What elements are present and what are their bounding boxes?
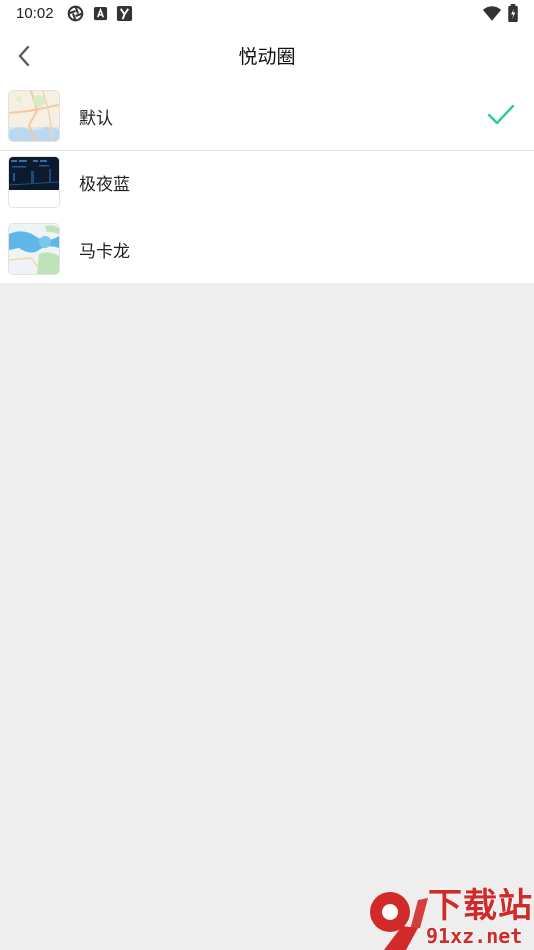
map-style-list: 默认 极夜蓝 马卡龙 (0, 84, 534, 283)
watermark: 9 下载站 91xz.net (362, 884, 534, 950)
wifi-icon (482, 6, 502, 21)
app-y-icon (116, 5, 133, 22)
list-item-dark-blue-style[interactable]: 极夜蓝 (0, 150, 534, 216)
macaron-style-label: 马卡龙 (79, 242, 130, 262)
map-macaron-thumbnail (9, 224, 59, 274)
watermark-title: 下载站 (428, 886, 533, 926)
map-default-thumbnail (9, 91, 59, 141)
list-item-macaron-style[interactable]: 马卡龙 (0, 217, 534, 283)
app-bar: 悦动圈 (0, 28, 534, 84)
status-time: 10:02 (16, 5, 54, 22)
default-style-label: 默认 (79, 109, 113, 129)
list-item-default-style[interactable]: 默认 (0, 84, 534, 151)
check-icon (487, 104, 515, 125)
map-dark-blue-thumbnail (9, 157, 59, 207)
dark-blue-style-label: 极夜蓝 (79, 175, 130, 195)
watermark-nine-glyph: 9 (370, 892, 428, 950)
status-bar: 10:02 (0, 0, 534, 28)
battery-charging-icon (508, 4, 518, 23)
watermark-domain: 91xz.net (426, 924, 523, 948)
text-a-icon (93, 6, 108, 21)
aperture-icon (67, 5, 84, 22)
page-title: 悦动圈 (238, 46, 296, 68)
